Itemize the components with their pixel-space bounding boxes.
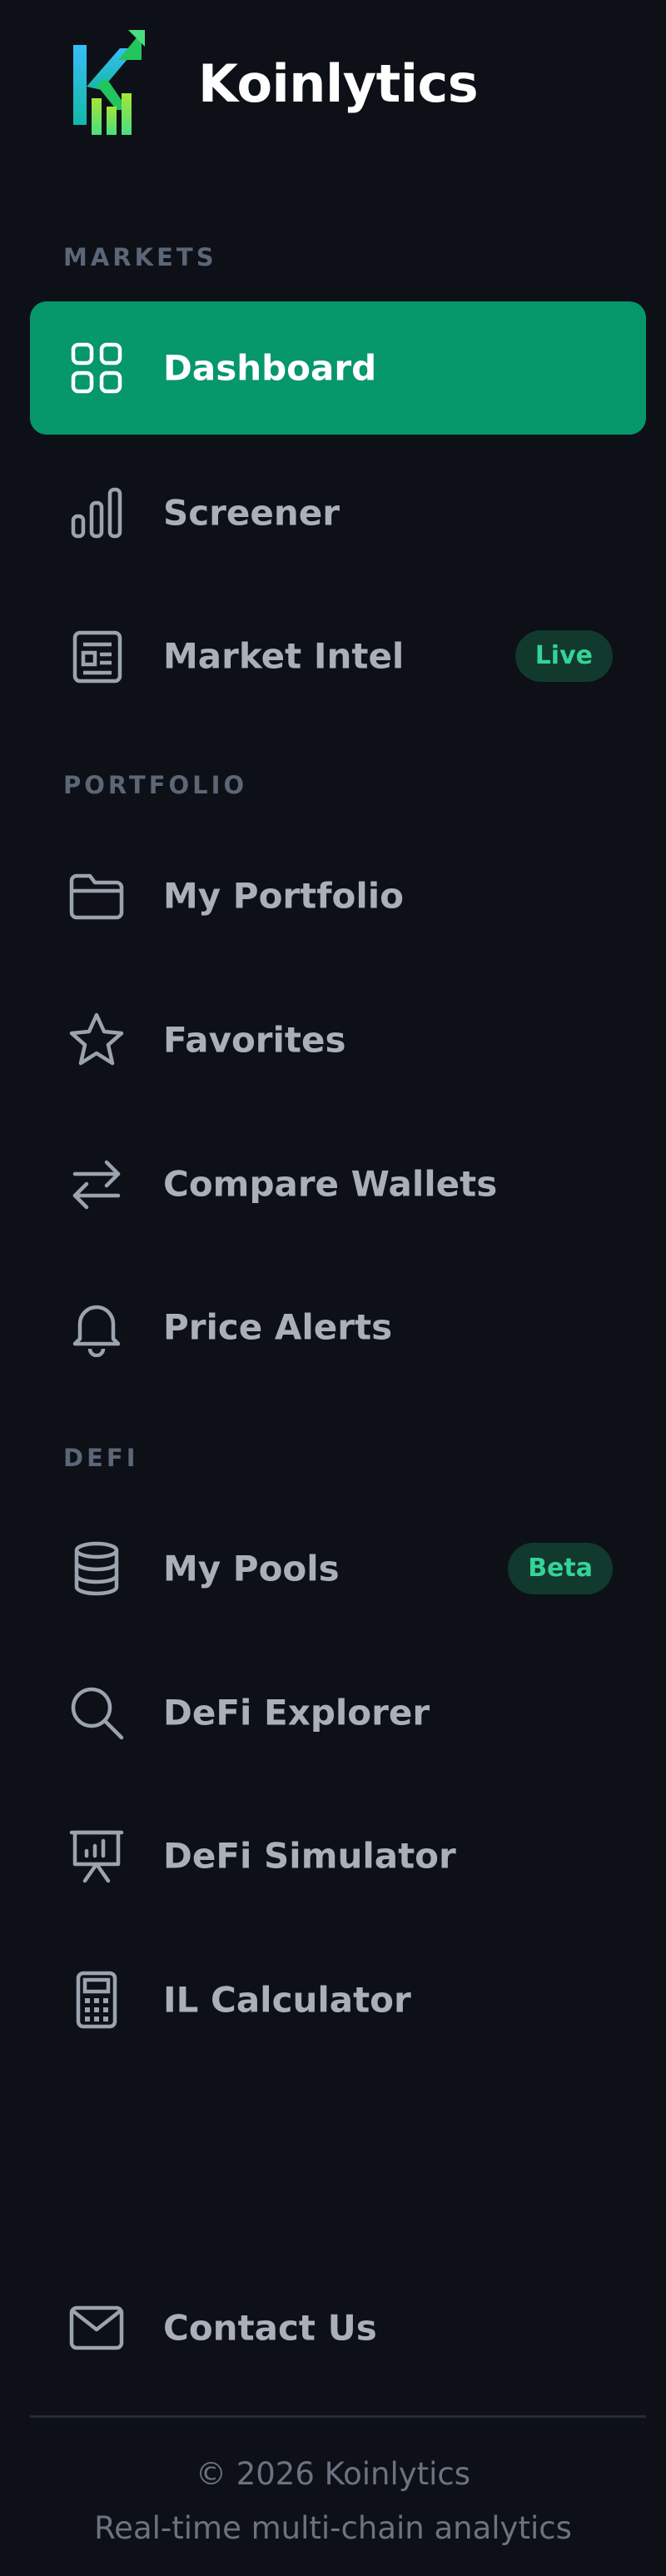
nav-item-favorites[interactable]: Favorites: [30, 973, 646, 1106]
nav-label: Dashboard: [163, 347, 377, 389]
grid-icon: [67, 338, 127, 398]
sidebar: Koinlytics MARKETS Dashboard Screener Ma…: [0, 0, 666, 2576]
nav-item-screener[interactable]: Screener: [30, 446, 646, 579]
nav-label: DeFi Simulator: [163, 1835, 456, 1877]
nav-item-defi-explorer[interactable]: DeFi Explorer: [30, 1646, 646, 1779]
newspaper-icon: [67, 626, 127, 686]
nav-item-market-intel[interactable]: Market Intel Live: [30, 589, 646, 723]
nav-item-price-alerts[interactable]: Price Alerts: [30, 1261, 646, 1394]
footer-copyright: © 2026 Koinlytics: [195, 2456, 471, 2492]
koinlytics-logo-icon: [73, 30, 145, 135]
nav-label: Screener: [163, 492, 340, 534]
nav-label: Price Alerts: [163, 1306, 393, 1348]
brand[interactable]: Koinlytics: [70, 27, 479, 140]
arrows-swap-icon: [67, 1154, 127, 1214]
nav-item-il-calculator[interactable]: IL Calculator: [30, 1933, 646, 2066]
live-badge: Live: [514, 630, 613, 682]
nav-label: My Pools: [163, 1548, 340, 1589]
nav-item-defi-simulator[interactable]: DeFi Simulator: [30, 1789, 646, 1922]
bar-chart-icon: [67, 483, 127, 543]
nav-label: Contact Us: [163, 2307, 377, 2349]
star-icon: [67, 1010, 127, 1070]
nav-item-my-portfolio[interactable]: My Portfolio: [30, 829, 646, 962]
section-title-markets: MARKETS: [63, 243, 217, 271]
nav-label: Compare Wallets: [163, 1163, 498, 1205]
search-icon: [67, 1683, 127, 1743]
nav-label: Favorites: [163, 1019, 346, 1061]
nav-item-my-pools[interactable]: My Pools Beta: [30, 1502, 646, 1635]
mail-icon: [67, 2298, 127, 2358]
beta-badge: Beta: [508, 1543, 613, 1594]
calculator-icon: [67, 1970, 127, 2030]
nav-item-dashboard[interactable]: Dashboard: [30, 301, 646, 435]
nav-item-compare-wallets[interactable]: Compare Wallets: [30, 1117, 646, 1251]
footer-tagline: Real-time multi-chain analytics: [94, 2510, 572, 2546]
bell-icon: [67, 1297, 127, 1357]
presentation-icon: [67, 1826, 127, 1886]
section-title-portfolio: PORTFOLIO: [63, 771, 248, 799]
brand-name: Koinlytics: [198, 52, 479, 114]
nav-label: DeFi Explorer: [163, 1692, 430, 1733]
nav-label: My Portfolio: [163, 875, 404, 917]
nav-label: Market Intel: [163, 635, 405, 677]
section-title-defi: DEFI: [63, 1444, 139, 1472]
folder-icon: [67, 866, 127, 926]
nav-label: IL Calculator: [163, 1979, 411, 2021]
nav-item-contact-us[interactable]: Contact Us: [30, 2261, 646, 2394]
divider: [30, 2415, 646, 2418]
database-icon: [67, 1539, 127, 1599]
